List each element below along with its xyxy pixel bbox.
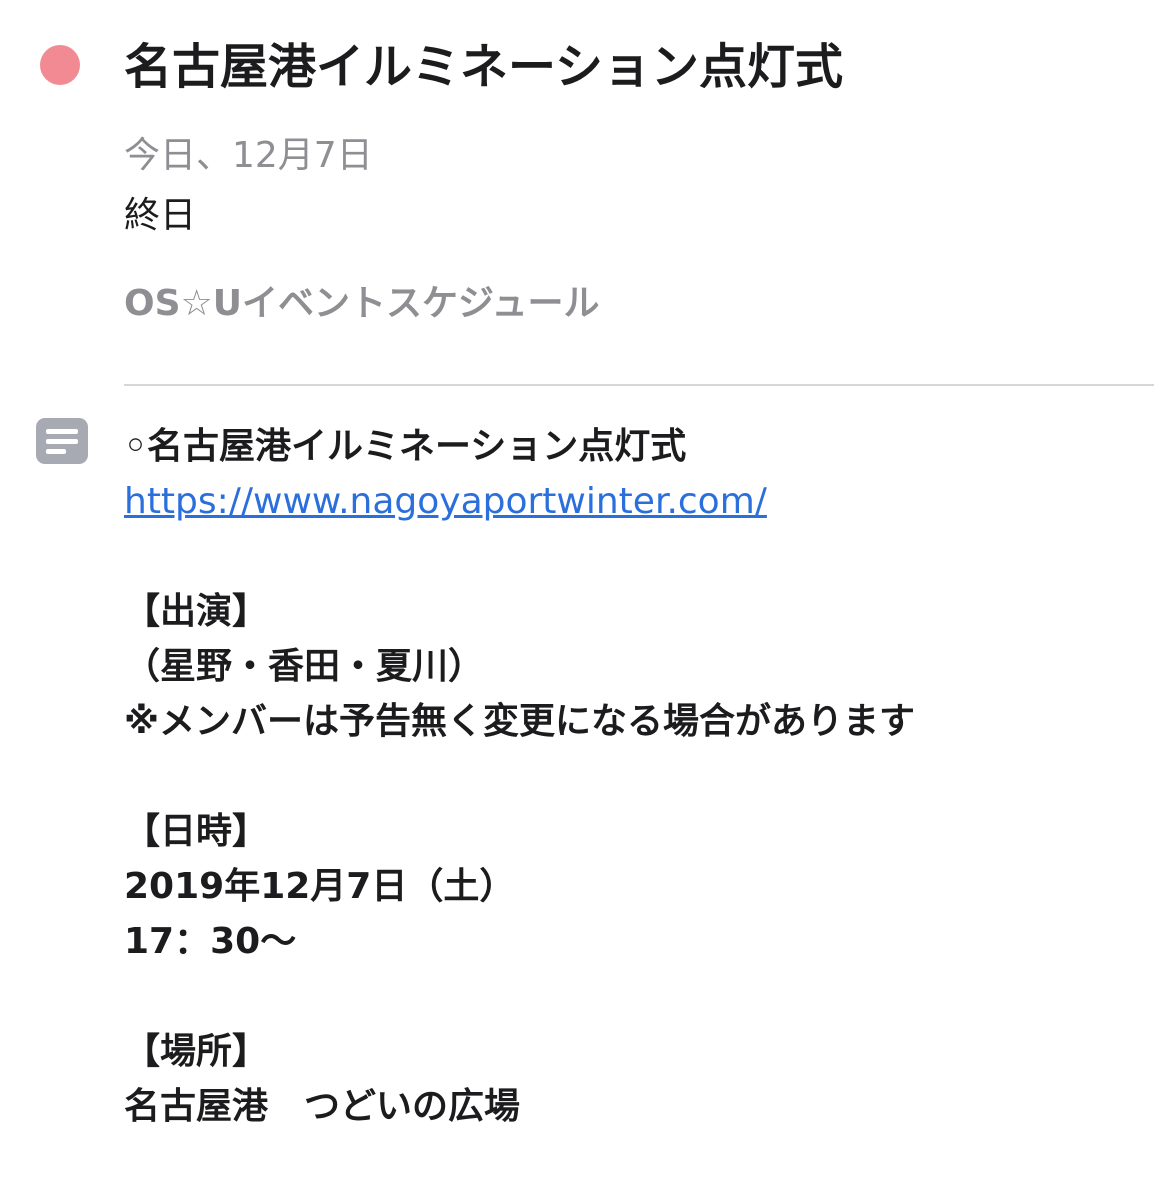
event-url-link[interactable]: https://www.nagoyaportwinter.com/ — [124, 481, 767, 522]
notes-heading: ◦名古屋港イルミネーション点灯式 — [124, 426, 687, 467]
cast-label: 【出演】 — [124, 591, 269, 632]
cast-note: ※メンバーは予告無く変更になる場合があります — [124, 701, 915, 742]
place-label: 【場所】 — [124, 1031, 269, 1072]
datetime-label: 【日時】 — [124, 811, 269, 852]
calendar-color-dot — [40, 45, 80, 85]
notes-icon — [36, 418, 88, 464]
event-title: 名古屋港イルミネーション点灯式 — [124, 39, 844, 95]
event-full-date: 2019年12月7日（土） — [124, 866, 516, 907]
event-date: 今日、12月7日 — [124, 135, 373, 176]
divider — [124, 384, 1154, 386]
event-place: 名古屋港 つどいの広場 — [124, 1086, 521, 1127]
event-time: 終日 — [124, 195, 197, 236]
event-start-time: 17：30〜 — [124, 921, 297, 962]
cast-members: （星野・香田・夏川） — [124, 646, 485, 687]
event-notes: ◦名古屋港イルミネーション点灯式 https://www.nagoyaportw… — [124, 419, 1144, 1134]
calendar-name[interactable]: OS☆Uイベントスケジュール — [124, 278, 600, 330]
